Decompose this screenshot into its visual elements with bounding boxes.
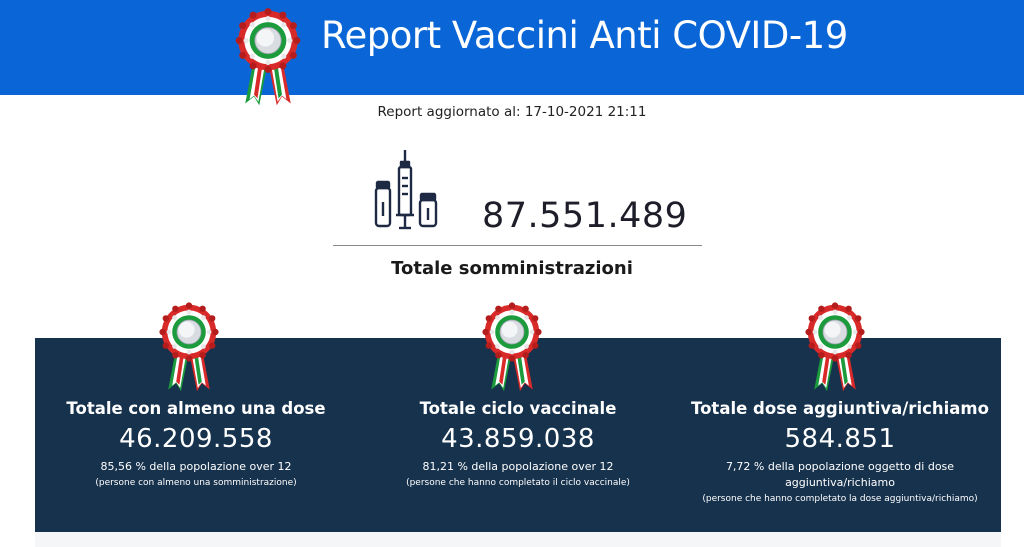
total-administrations-label: Totale somministrazioni	[391, 258, 633, 279]
italian-cockade-rosette-icon	[480, 301, 544, 395]
page-title: Report Vaccini Anti COVID-19	[321, 14, 848, 57]
stat-value: 46.209.558	[119, 424, 273, 454]
stat-percentage: 81,21 % della popolazione over 12	[422, 460, 614, 473]
stat-value: 43.859.038	[441, 424, 595, 454]
stat-title: Totale ciclo vaccinale	[419, 399, 617, 418]
italian-cockade-rosette-icon	[803, 301, 867, 395]
header-bar: Report Vaccini Anti COVID-19	[0, 0, 1024, 95]
report-updated-timestamp: Report aggiornato al: 17-10-2021 21:11	[0, 104, 1024, 120]
stat-percentage: 85,56 % della popolazione over 12	[100, 460, 292, 473]
report-updated-text: Report aggiornato al: 17-10-2021 21:11	[377, 104, 647, 120]
stat-card-full-cycle: Totale ciclo vaccinale 43.859.038 81,21 …	[358, 398, 678, 490]
total-administrations-value: 87.551.489	[482, 196, 688, 236]
stat-percentage: 7,72 % della popolazione oggetto di dose…	[725, 460, 955, 489]
panel-bottom-strip	[35, 532, 1001, 547]
stat-title: Totale con almeno una dose	[66, 399, 326, 418]
divider	[333, 245, 702, 246]
stat-note: (persone che hanno completato la dose ag…	[702, 494, 978, 504]
stat-note: (persone con almeno una somministrazione…	[95, 478, 297, 488]
vaccine-vials-syringe-icon	[374, 150, 438, 230]
italian-cockade-rosette-icon	[233, 4, 303, 112]
stat-value: 584.851	[784, 424, 896, 454]
stat-note: (persone che hanno completato il ciclo v…	[406, 478, 630, 488]
stat-card-first-dose: Totale con almeno una dose 46.209.558 85…	[36, 398, 356, 490]
stat-card-booster: Totale dose aggiuntiva/richiamo 584.851 …	[680, 398, 1000, 506]
italian-cockade-rosette-icon	[157, 301, 221, 395]
stat-title: Totale dose aggiuntiva/richiamo	[691, 399, 989, 418]
